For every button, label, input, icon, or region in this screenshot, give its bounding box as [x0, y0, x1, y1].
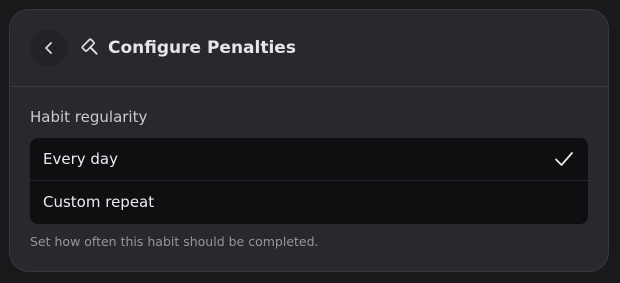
option-label: Custom repeat [43, 193, 155, 211]
panel-header: Configure Penalties [10, 10, 608, 87]
back-button[interactable] [30, 29, 68, 67]
check-icon [555, 152, 573, 166]
option-custom-repeat[interactable]: Custom repeat [30, 181, 588, 223]
option-label: Every day [43, 150, 118, 168]
regularity-options: Every day Custom repeat [30, 138, 588, 224]
configure-penalties-panel: Configure Penalties Habit regularity Eve… [9, 9, 609, 272]
habit-regularity-label: Habit regularity [30, 108, 148, 126]
option-every-day[interactable]: Every day [30, 138, 588, 180]
helper-text: Set how often this habit should be compl… [30, 234, 319, 249]
title-group: Configure Penalties [80, 34, 296, 62]
page-title: Configure Penalties [108, 38, 296, 58]
chevron-left-icon [45, 42, 52, 54]
gavel-icon [80, 37, 102, 59]
